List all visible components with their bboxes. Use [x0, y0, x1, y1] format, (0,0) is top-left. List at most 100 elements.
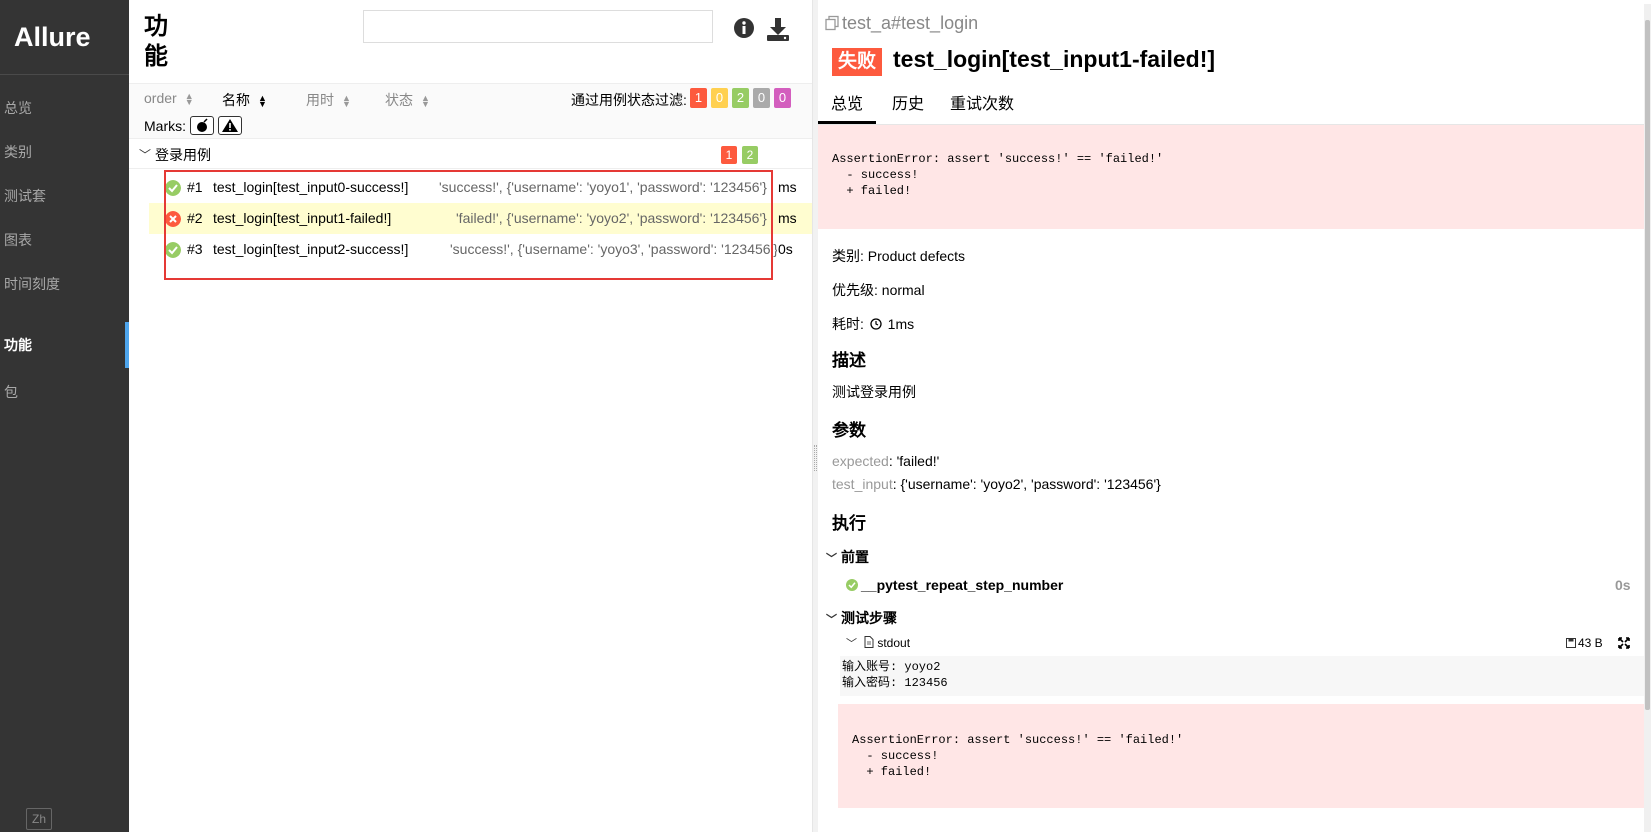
- search-input[interactable]: [363, 10, 713, 43]
- sidebar-item-graphs[interactable]: 图表: [0, 220, 129, 260]
- param-key: test_input: [832, 476, 893, 492]
- tree-pane: 功能 order ▲ ▼ 名称 ▲ ▼ 用时 ▲ ▼ 状态 ▲ ▼ 通过用例状态过滤: 1 0 …: [129, 0, 812, 832]
- params-title: 参数: [832, 421, 866, 440]
- mark-flaky-button[interactable]: [190, 116, 214, 135]
- status-filter-label: 通过用例状态过滤:: [571, 92, 687, 108]
- param-row: expected: 'failed!': [832, 453, 940, 469]
- info-icon[interactable]: [732, 16, 756, 40]
- passed-icon: [165, 242, 181, 258]
- group-label: 登录用例: [155, 147, 211, 163]
- sidebar-item-behaviors[interactable]: 功能: [0, 322, 129, 368]
- category-label: 类别:: [832, 248, 864, 264]
- attachment-size: 43 B: [1566, 636, 1603, 650]
- param-row: test_input: {'username': 'yoyo2', 'passw…: [832, 476, 1161, 492]
- copy-icon[interactable]: [824, 15, 840, 31]
- tab-overview[interactable]: 总览: [818, 88, 876, 124]
- error-message: AssertionError: assert 'success!' == 'fa…: [818, 125, 1644, 229]
- sort-duration[interactable]: 用时 ▲ ▼: [306, 90, 351, 110]
- filter-passed-badge[interactable]: 2: [732, 88, 749, 108]
- steps-title: 测试步骤: [841, 610, 897, 626]
- brand-logo[interactable]: Allure: [14, 22, 91, 53]
- mark-new-failed-button[interactable]: [218, 116, 242, 135]
- bomb-icon: [197, 118, 208, 132]
- download-icon[interactable]: [765, 16, 791, 42]
- attachment-name: stdout: [877, 636, 911, 650]
- category-value: Product defects: [867, 248, 966, 264]
- sort-duration-label: 用时: [306, 92, 334, 108]
- severity-row: 优先级: normal: [832, 280, 925, 300]
- test-name: test_login[test_input1-failed!]: [213, 210, 392, 226]
- brand-divider: [0, 74, 129, 75]
- test-duration: 0s: [777, 234, 793, 265]
- param-value: {'username': 'yoyo2', 'password': '12345…: [900, 476, 1161, 492]
- category-row: 类别: Product defects: [832, 246, 965, 266]
- sidebar-item-packages[interactable]: 包: [0, 372, 129, 412]
- resizer-grip[interactable]: [814, 445, 817, 471]
- duration-label: 耗时:: [832, 316, 864, 332]
- sidebar: Allure 总览 类别 测试套 图表 时间刻度 功能 包 Zh: [0, 0, 129, 832]
- passed-icon: [165, 180, 181, 196]
- expand-icon[interactable]: [1618, 637, 1630, 649]
- sort-name-label: 名称: [222, 92, 250, 108]
- chevron-down-icon[interactable]: ﹀: [826, 611, 837, 627]
- chevron-down-icon[interactable]: ﹀: [139, 146, 151, 163]
- sidebar-item-categories[interactable]: 类别: [0, 132, 129, 172]
- sidebar-item-suites[interactable]: 测试套: [0, 176, 129, 216]
- sidebar-item-timeline[interactable]: 时间刻度: [0, 264, 129, 304]
- test-row[interactable]: #2 test_login[test_input1-failed!] 'fail…: [149, 203, 812, 234]
- filter-broken-badge[interactable]: 0: [711, 88, 728, 108]
- sidebar-item-overview[interactable]: 总览: [0, 88, 129, 128]
- attachment-row[interactable]: ﹀ stdout: [846, 635, 910, 651]
- sort-icon: ▲ ▼: [421, 93, 430, 110]
- attachment-size-value: 43 B: [1578, 636, 1603, 650]
- setup-step[interactable]: __pytest_repeat_step_number: [846, 577, 1063, 593]
- filter-unknown-badge[interactable]: 0: [774, 88, 791, 108]
- chevron-down-icon[interactable]: ﹀: [846, 635, 857, 651]
- sort-name[interactable]: 名称 ▲ ▼: [222, 90, 267, 110]
- breadcrumb-text: test_a#test_login: [842, 13, 979, 33]
- severity-value: normal: [881, 282, 925, 298]
- marks-label: Marks:: [144, 118, 186, 134]
- detail-pane: test_a#test_login 失败 test_login[test_inp…: [818, 4, 1651, 832]
- description-text: 测试登录用例: [832, 384, 916, 400]
- sort-order[interactable]: order ▲ ▼: [144, 90, 194, 107]
- test-title: test_login[test_input1-failed!]: [893, 46, 1216, 72]
- scrollbar-thumb[interactable]: [1645, 20, 1650, 710]
- setup-title: 前置: [841, 549, 869, 565]
- steps-section[interactable]: ﹀ 测试步骤: [826, 608, 897, 628]
- test-number: #3: [187, 241, 203, 257]
- tab-retries[interactable]: 重试次数: [946, 88, 1018, 124]
- sort-status-label: 状态: [385, 92, 413, 108]
- passed-icon: [846, 579, 858, 591]
- page-title: 功能: [144, 13, 168, 70]
- group-row[interactable]: ﹀ 登录用例 1 2: [129, 141, 812, 169]
- test-row[interactable]: #3 test_login[test_input2-success!] 'suc…: [149, 234, 812, 265]
- group-failed-count: 1: [721, 146, 737, 164]
- file-icon: [864, 636, 874, 648]
- tree-toolbar: order ▲ ▼ 名称 ▲ ▼ 用时 ▲ ▼ 状态 ▲ ▼ 通过用例状态过滤: 1 0 2 0…: [129, 83, 812, 139]
- sort-status[interactable]: 状态 ▲ ▼: [385, 90, 430, 110]
- group-passed-count: 2: [742, 146, 758, 164]
- chevron-down-icon[interactable]: ﹀: [826, 550, 837, 566]
- setup-step-name: __pytest_repeat_step_number: [861, 577, 1064, 593]
- scrollbar[interactable]: [1644, 4, 1651, 832]
- test-name: test_login[test_input2-success!]: [213, 241, 409, 257]
- error-message-step: AssertionError: assert 'success!' == 'fa…: [838, 704, 1644, 808]
- sort-icon: ▲ ▼: [258, 93, 267, 110]
- test-params: 'success!', {'username': 'yoyo3', 'passw…: [450, 241, 778, 257]
- param-value: 'failed!': [896, 453, 940, 469]
- setup-step-time: 0s: [1615, 577, 1631, 593]
- sort-icon: ▲ ▼: [342, 93, 351, 110]
- stdout-content: 输入账号: yoyo2 输入密码: 123456: [840, 656, 1644, 696]
- status-badge: 失败: [832, 48, 883, 76]
- test-row[interactable]: #1 test_login[test_input0-success!] 'suc…: [149, 172, 812, 203]
- duration-value: 1ms: [887, 316, 915, 332]
- sort-order-label: order: [144, 90, 177, 106]
- setup-section[interactable]: ﹀ 前置: [826, 547, 869, 567]
- filter-skipped-badge[interactable]: 0: [753, 88, 770, 108]
- tab-history[interactable]: 历史: [884, 88, 932, 124]
- language-switch[interactable]: Zh: [26, 808, 52, 830]
- test-breadcrumb[interactable]: test_a#test_login: [824, 13, 978, 34]
- warning-icon: [222, 119, 238, 132]
- filter-failed-badge[interactable]: 1: [690, 88, 707, 108]
